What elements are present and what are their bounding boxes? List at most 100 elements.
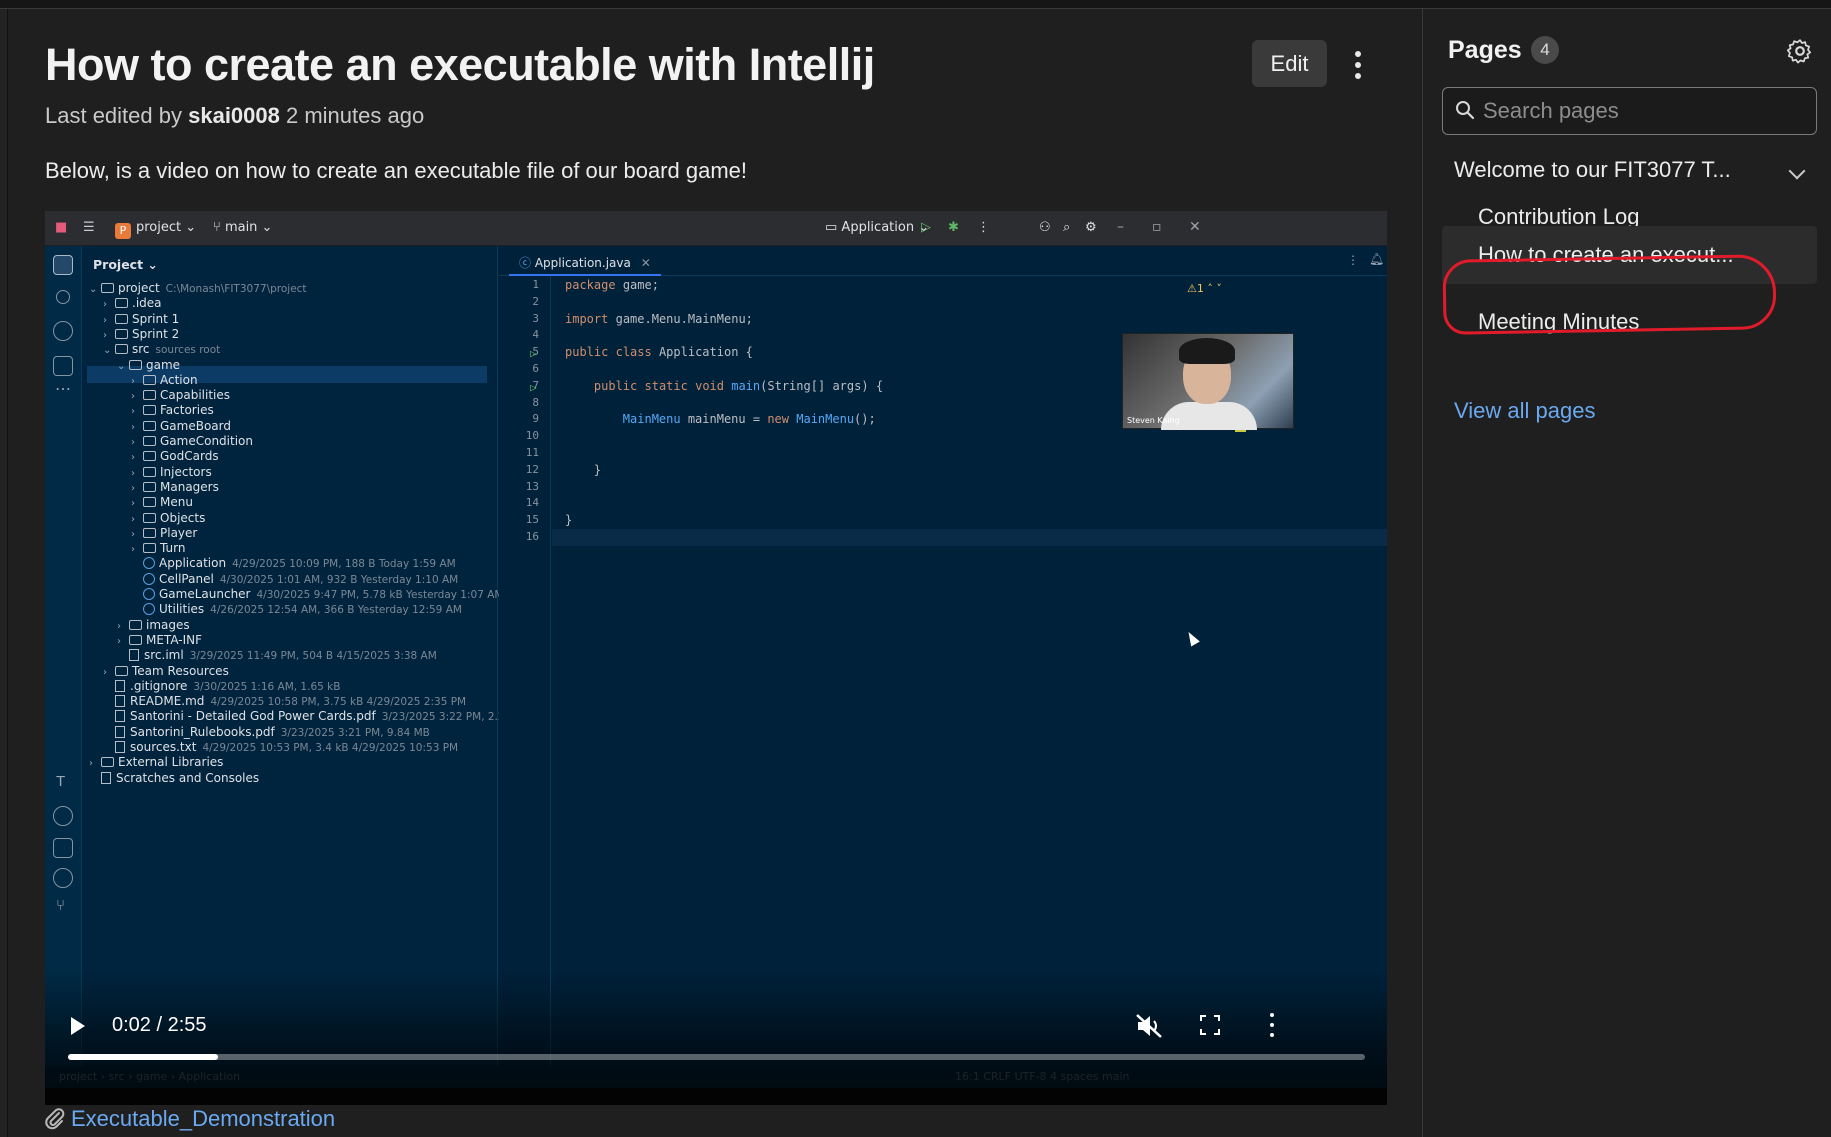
tree-label: .gitignore — [130, 678, 188, 693]
video-more-icon[interactable] — [1267, 1013, 1277, 1037]
search-field[interactable] — [1442, 87, 1817, 135]
chevron-down-icon: ⌄ — [117, 360, 126, 372]
git-tool-icon: ⑂ — [56, 897, 66, 914]
tree-label: Capabilities — [160, 388, 230, 403]
tree-label: Turn — [160, 541, 186, 556]
code-line: } — [593, 462, 602, 477]
project-tree-row: Scratches and Consoles — [89, 770, 259, 787]
file-icon — [115, 725, 125, 738]
ide-more-icon: ⋮ — [977, 220, 990, 235]
search-input[interactable] — [1483, 98, 1803, 124]
tree-label: Application — [159, 556, 227, 571]
pages-sidebar: Pages 4 Welcome to our FIT3077 T... Cont… — [1423, 9, 1831, 1137]
line-number: 10 — [525, 429, 539, 443]
attachment-link[interactable]: Executable_Demonstration — [45, 1106, 335, 1132]
tree-meta: 4/29/2025 10:58 PM, 3.75 kB 4/29/2025 2:… — [210, 696, 467, 709]
nav-item-meeting-minutes[interactable]: Meeting Minutes — [1442, 293, 1817, 351]
tree-meta: 4/29/2025 10:09 PM, 188 B Today 1:59 AM — [232, 558, 456, 571]
tree-label: GodCards — [160, 449, 219, 464]
page: How to create an executable with Intelli… — [0, 0, 1831, 1137]
folder-icon — [143, 451, 156, 462]
ide-titlebar: ■ ☰ Pproject ⌄ ⑂ main ⌄ ▭ Application ⌄ … — [45, 211, 1387, 246]
gear-icon[interactable] — [1787, 38, 1813, 64]
structure-tool-icon — [53, 356, 73, 376]
ide-branch-selector: ⑂ main ⌄ — [213, 220, 273, 235]
tree-meta: C:\Monash\FIT3077\project — [165, 283, 307, 295]
nav-item-how-to-create-executable[interactable]: How to create an execut... — [1442, 226, 1817, 284]
meta-user[interactable]: skai0008 — [188, 103, 280, 128]
tree-meta: 4/26/2025 12:54 AM, 366 B Yesterday 12:5… — [210, 604, 462, 617]
run-icon: ▷ — [921, 220, 931, 235]
tree-label: Managers — [160, 479, 219, 494]
folder-icon — [143, 481, 156, 492]
fullscreen-icon[interactable] — [1200, 1015, 1220, 1035]
more-options-icon[interactable] — [1342, 45, 1374, 85]
line-number: 1 — [532, 278, 539, 291]
problems-tool-icon — [53, 868, 73, 888]
debug-icon: ✱ — [948, 220, 959, 235]
ide-tool-strip: ⋯ T ⑂ — [45, 246, 82, 1066]
folder-icon — [115, 344, 128, 355]
project-panel-title: Project ⌄ — [93, 257, 158, 272]
file-icon — [115, 741, 125, 753]
line-number: 16 — [525, 530, 539, 543]
tree-label: Injectors — [160, 464, 212, 479]
folder-icon — [115, 665, 128, 676]
java-class-icon — [143, 603, 155, 616]
minimize-icon: – — [1117, 219, 1124, 235]
folder-icon — [143, 527, 156, 538]
webcam-overlay: Steven Kaing — [1122, 333, 1294, 430]
more-tools-icon: ⋯ — [55, 381, 71, 398]
code-line: import game.Menu.MainMenu; — [565, 311, 753, 326]
tree-label: Santorini_Rulebooks.pdf — [130, 724, 275, 739]
run-gutter-icon: ▷ — [530, 381, 537, 394]
nav-parent-page[interactable]: Welcome to our FIT3077 T... — [1454, 157, 1731, 183]
play-icon[interactable] — [71, 1017, 85, 1035]
tree-label: src.iml — [144, 648, 184, 663]
tree-label: Objects — [160, 510, 206, 525]
nav-item-label: How to create an execut... — [1478, 242, 1734, 267]
ide-run-config: ▭ Application ⌄ — [825, 220, 930, 235]
build-tool-icon: T — [56, 773, 66, 790]
tree-label: Factories — [160, 403, 214, 418]
java-class-icon — [143, 588, 155, 600]
line-number: 4 — [532, 328, 539, 342]
java-class-icon — [143, 557, 155, 570]
tree-label: META-INF — [146, 632, 203, 647]
tree-label: Team Resources — [132, 663, 229, 678]
tree-meta: 4/30/2025 9:47 PM, 5.78 kB Yesterday 1:0… — [256, 589, 504, 601]
view-all-pages-link[interactable]: View all pages — [1454, 398, 1595, 424]
video-progress-bar[interactable] — [68, 1054, 1365, 1060]
tree-label: src — [132, 342, 150, 357]
intellij-logo-icon: ■ — [55, 220, 68, 235]
folder-icon — [143, 543, 156, 554]
chevron-down-icon[interactable] — [1788, 162, 1806, 180]
tree-meta: sources root — [155, 344, 221, 357]
editor-options-icon: ⋮ — [1347, 253, 1359, 267]
line-number: 11 — [525, 446, 539, 459]
line-gutter: 1 2 3 4 5 6 7 8 9 10 11 12 13 14 15 16 — [499, 276, 551, 1066]
user-icon: ⚇ — [1039, 220, 1051, 235]
file-icon — [129, 649, 139, 662]
code-line: public static void main(String[] args) { — [593, 378, 884, 393]
folder-icon — [115, 313, 128, 324]
paperclip-icon — [45, 1108, 65, 1130]
tree-label: project — [118, 281, 160, 295]
video-player[interactable]: ■ ☰ Pproject ⌄ ⑂ main ⌄ ▭ Application ⌄ … — [45, 211, 1387, 1105]
folder-icon — [115, 328, 128, 339]
edit-button[interactable]: Edit — [1252, 40, 1327, 87]
page-body-text: Below, is a video on how to create an ex… — [45, 158, 747, 183]
pages-title: Pages — [1448, 36, 1522, 64]
tree-label: External Libraries — [118, 755, 224, 770]
tree-meta: 3/23/2025 3:22 PM, 2.28 — [381, 711, 512, 724]
project-tool-icon — [53, 255, 73, 275]
muted-icon[interactable] — [1135, 1013, 1165, 1039]
tree-label: images — [146, 617, 190, 632]
tree-meta: 3/30/2025 1:16 AM, 1.65 kB — [193, 680, 341, 693]
notifications-icon: 🔔︎ — [1369, 252, 1385, 266]
line-number: 9 — [532, 412, 539, 426]
tree-label: .idea — [132, 296, 162, 311]
code-line: package game; — [565, 278, 659, 292]
video-controls-gradient — [45, 971, 1387, 1105]
line-number: 14 — [525, 496, 539, 510]
